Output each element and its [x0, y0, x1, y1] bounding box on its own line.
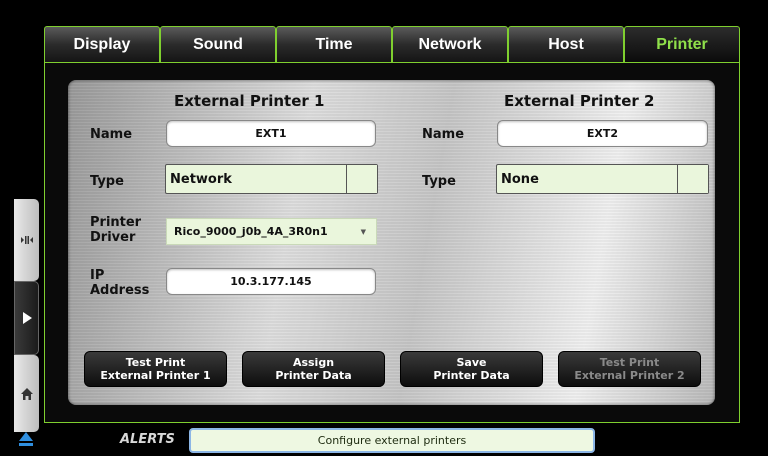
printer1-name-field[interactable]: EXT1 — [166, 120, 376, 147]
save-printer-data-button[interactable]: Save Printer Data — [400, 351, 543, 387]
alerts-message: Configure external printers — [189, 428, 595, 453]
printer2-type-toggle[interactable] — [677, 165, 708, 193]
home-icon — [20, 387, 33, 400]
tab-label: Printer — [656, 35, 708, 53]
tab-sound[interactable]: Sound — [160, 26, 276, 62]
printer2-name-field[interactable]: EXT2 — [497, 120, 708, 147]
printer2-header: External Printer 2 — [504, 92, 655, 110]
tab-label: Sound — [193, 35, 243, 53]
play-button[interactable] — [14, 281, 39, 355]
button-line2: Printer Data — [275, 369, 352, 382]
printer1-driver-label: Printer Driver — [90, 215, 141, 245]
dropdown-caret-icon: ▼ — [360, 228, 366, 236]
printer1-driver-value: Rico_9000_j0b_4A_3R0n1 — [174, 225, 328, 238]
tab-bar: Display Sound Time Network Host Printer — [44, 26, 740, 62]
printer1-type-select[interactable]: Network — [165, 164, 378, 194]
printer1-ip-label: IP Address — [90, 268, 149, 298]
printer2-name-label: Name — [422, 127, 465, 142]
assign-printer-data-button[interactable]: Assign Printer Data — [242, 351, 385, 387]
tab-label: Network — [418, 35, 482, 53]
tab-host[interactable]: Host — [508, 26, 624, 62]
ip-label-line2: Address — [90, 283, 150, 298]
eject-icon[interactable] — [18, 431, 34, 447]
test-print-printer1-button[interactable]: Test Print External Printer 1 — [84, 351, 227, 387]
printer2-type-value: None — [501, 171, 539, 187]
tab-label: Time — [315, 35, 353, 53]
printer1-driver-dropdown[interactable]: Rico_9000_j0b_4A_3R0n1 ▼ — [166, 218, 377, 245]
tab-time[interactable]: Time — [276, 26, 392, 62]
tab-printer[interactable]: Printer — [624, 26, 740, 62]
button-line1: Save — [456, 356, 487, 369]
play-arrow-icon — [22, 312, 32, 324]
button-line1: Assign — [292, 356, 335, 369]
tab-display[interactable]: Display — [44, 26, 160, 62]
printer2-type-select[interactable]: None — [496, 164, 709, 194]
button-line2: External Printer 2 — [574, 369, 685, 382]
button-line2: External Printer 1 — [100, 369, 211, 382]
printer1-ip-field[interactable]: 10.3.177.145 — [166, 268, 376, 295]
audio-route-icon — [20, 236, 33, 244]
printer2-type-label: Type — [422, 174, 456, 189]
home-button[interactable] — [14, 355, 39, 432]
printer1-type-value: Network — [170, 171, 232, 187]
audio-route-button[interactable] — [14, 199, 39, 281]
printer1-name-label: Name — [90, 127, 133, 142]
printer1-header: External Printer 1 — [174, 92, 325, 110]
driver-label-line1: Printer — [90, 215, 142, 230]
ip-label-line1: IP — [90, 268, 105, 283]
printer1-type-toggle[interactable] — [346, 165, 377, 193]
printer1-type-label: Type — [90, 174, 124, 189]
tab-label: Display — [73, 35, 131, 53]
driver-label-line2: Driver — [90, 230, 136, 245]
alerts-label: ALERTS — [120, 432, 175, 447]
tab-network[interactable]: Network — [392, 26, 508, 62]
button-line1: Test Print — [599, 356, 660, 369]
button-line2: Printer Data — [433, 369, 510, 382]
test-print-printer2-button[interactable]: Test Print External Printer 2 — [558, 351, 701, 387]
tab-label: Host — [548, 35, 584, 53]
button-line1: Test Print — [125, 356, 186, 369]
